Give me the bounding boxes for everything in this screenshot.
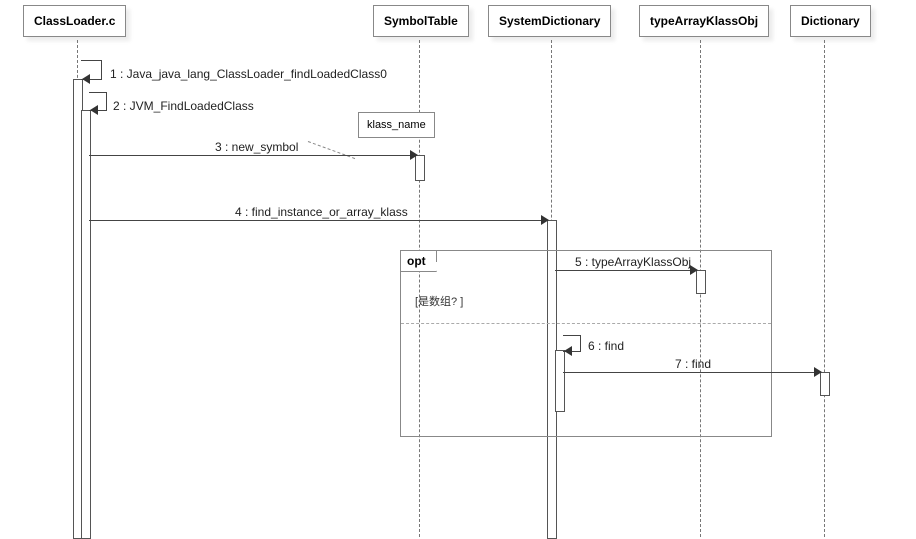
- message-7-label: 7 : find: [675, 357, 711, 371]
- message-4-label: 4 : find_instance_or_array_klass: [235, 205, 408, 219]
- message-1-arrow: [82, 74, 90, 84]
- participant-symboltable: SymbolTable: [373, 5, 469, 37]
- message-5-label: 5 : typeArrayKlassObj: [575, 255, 691, 269]
- participant-label: ClassLoader.c: [34, 14, 115, 28]
- fragment-opt: opt [是数组? ]: [400, 250, 772, 437]
- participant-dictionary: Dictionary: [790, 5, 871, 37]
- message-7-line: [563, 372, 820, 373]
- message-3-label: 3 : new_symbol: [215, 140, 298, 154]
- participant-label: typeArrayKlassObj: [650, 14, 758, 28]
- participant-systemdictionary: SystemDictionary: [488, 5, 611, 37]
- note-klass-name: klass_name: [358, 112, 435, 138]
- note-anchor-line: [308, 141, 355, 159]
- fragment-opt-divider: [401, 323, 771, 324]
- note-text: klass_name: [367, 119, 426, 131]
- fragment-label-text: opt: [407, 254, 426, 268]
- message-3-line: [89, 155, 415, 156]
- participant-typearrayklassobj: typeArrayKlassObj: [639, 5, 769, 37]
- activation-classloader-2: [81, 110, 91, 539]
- message-5-line: [555, 270, 696, 271]
- message-7-arrow: [814, 367, 822, 377]
- message-5-arrow: [690, 265, 698, 275]
- message-4-arrow: [541, 215, 549, 225]
- message-3-arrow: [410, 150, 418, 160]
- participant-classloader: ClassLoader.c: [23, 5, 126, 37]
- message-1-label: 1 : Java_java_lang_ClassLoader_findLoade…: [110, 67, 387, 81]
- fragment-opt-guard: [是数组? ]: [415, 293, 463, 309]
- message-6-label: 6 : find: [588, 339, 624, 353]
- note-corner-fill: [425, 113, 434, 122]
- message-4-line: [89, 220, 547, 221]
- fragment-opt-label: opt: [401, 251, 437, 272]
- message-6-arrow: [564, 346, 572, 356]
- message-2-arrow: [90, 105, 98, 115]
- participant-label: Dictionary: [801, 14, 860, 28]
- message-2-label: 2 : JVM_FindLoadedClass: [113, 99, 254, 113]
- participant-label: SymbolTable: [384, 14, 458, 28]
- participant-label: SystemDictionary: [499, 14, 600, 28]
- lifeline-dictionary: [824, 40, 825, 537]
